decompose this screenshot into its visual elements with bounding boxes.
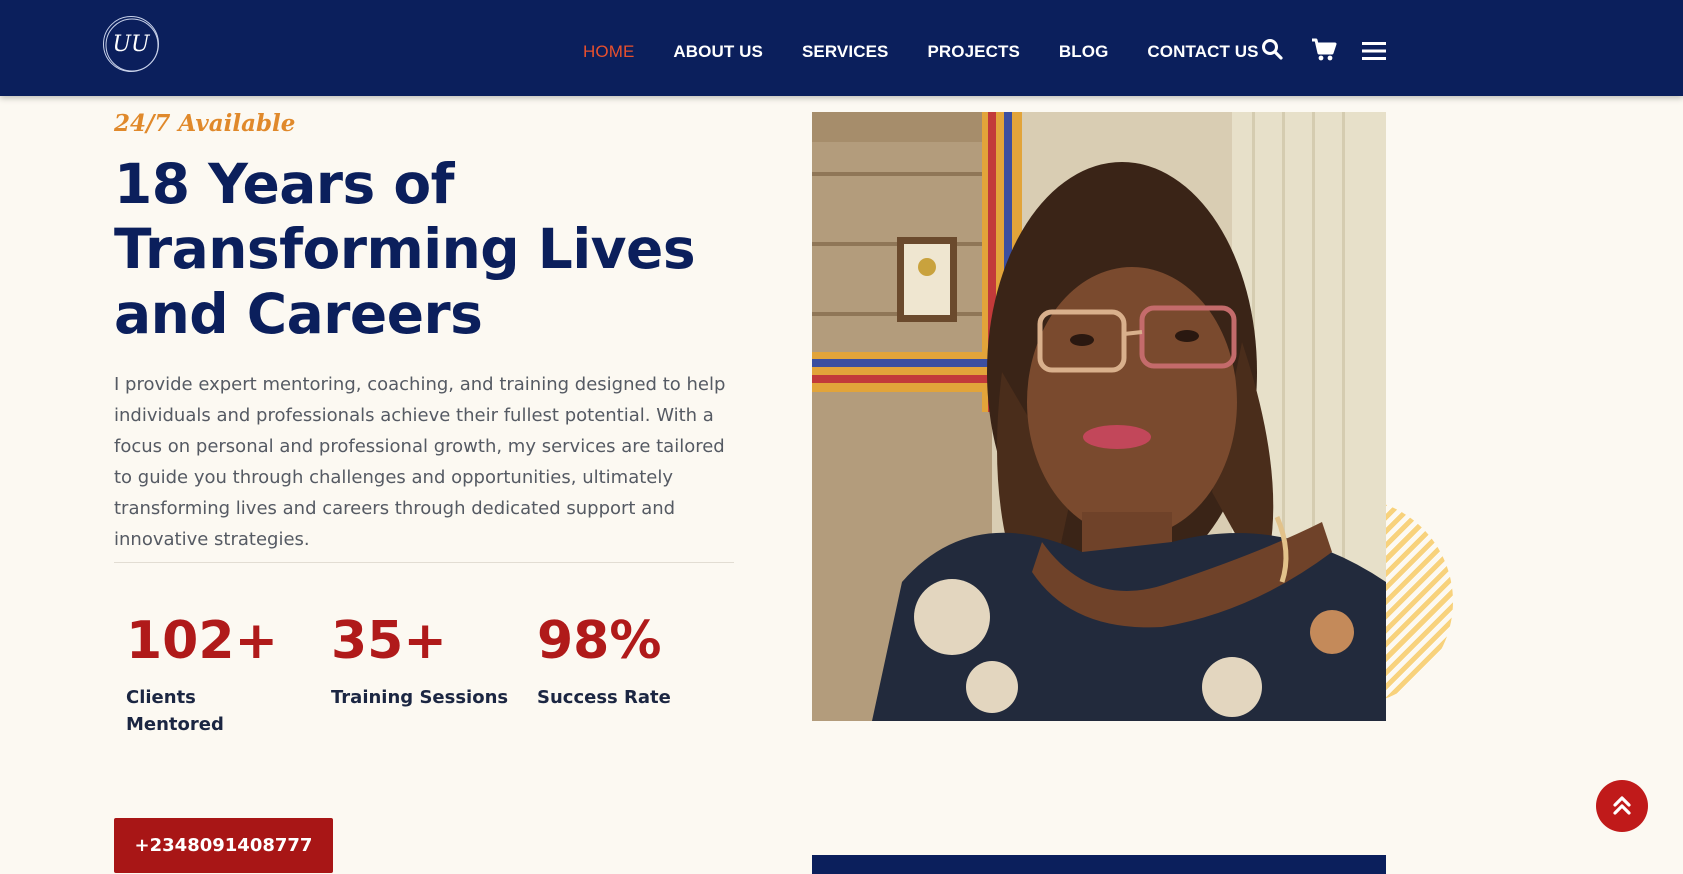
stat-number: 98% <box>537 611 662 671</box>
nav-item-home[interactable]: HOME <box>583 42 634 62</box>
main-nav: HOME ABOUT US SERVICES PROJECTS BLOG CON… <box>583 40 1298 64</box>
page: UU HOME ABOUT US SERVICES PROJECTS BLOG … <box>0 0 1683 874</box>
stat-label: Success Rate <box>537 687 671 708</box>
availability-tagline: 24/7 Available <box>114 110 296 137</box>
stat-training-sessions: 35+ Training Sessions <box>331 606 531 711</box>
portrait-photo <box>812 112 1386 721</box>
search-icon[interactable] <box>1261 38 1283 60</box>
stat-number: 102+ <box>126 611 279 671</box>
back-to-top-button[interactable] <box>1596 780 1648 832</box>
logo-ring-icon <box>105 18 159 72</box>
nav-item-blog[interactable]: BLOG <box>1059 42 1109 62</box>
site-header: UU HOME ABOUT US SERVICES PROJECTS BLOG … <box>0 0 1683 96</box>
nav-item-about-us[interactable]: ABOUT US <box>673 42 763 62</box>
bottom-section-band <box>812 855 1386 874</box>
stat-label: Clients Mentored <box>126 687 224 735</box>
stat-label: Training Sessions <box>331 687 509 708</box>
stat-number: 35+ <box>331 611 447 671</box>
nav-item-contact-us[interactable]: CONTACT US <box>1147 42 1258 62</box>
portrait-illustration <box>812 112 1386 721</box>
site-logo[interactable]: UU <box>103 16 159 72</box>
hero-intro-text: I provide expert mentoring, coaching, an… <box>114 374 726 550</box>
cart-icon[interactable] <box>1311 38 1337 62</box>
double-chevron-up-icon <box>1613 796 1631 815</box>
phone-call-button[interactable]: +2348091408777 <box>114 818 333 873</box>
stat-clients-mentored: 102+ Clients Mentored <box>126 606 306 738</box>
stat-success-rate: 98% Success Rate <box>537 606 737 711</box>
nav-item-services[interactable]: SERVICES <box>802 42 888 62</box>
hero-headline: 18 Years of Transforming Lives and Caree… <box>114 152 696 346</box>
nav-item-projects[interactable]: PROJECTS <box>927 42 1019 62</box>
section-divider <box>114 562 734 563</box>
menu-icon[interactable] <box>1362 41 1386 61</box>
